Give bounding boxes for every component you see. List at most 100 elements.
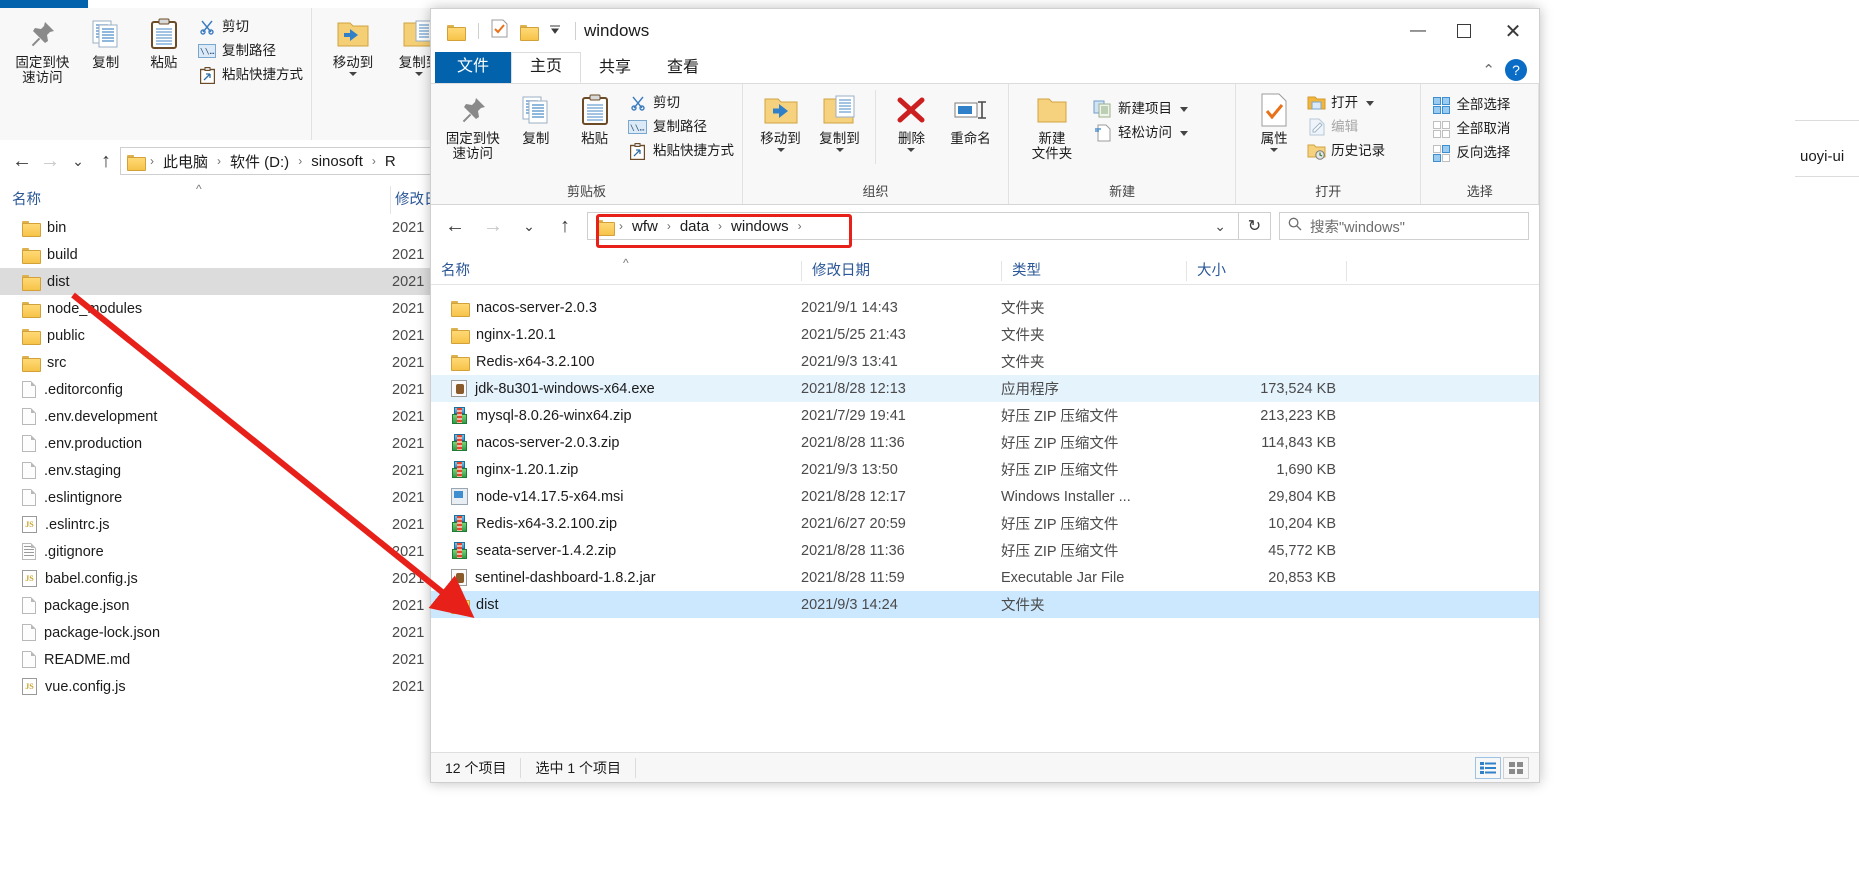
copy-to-caret-icon[interactable] [835,148,844,152]
column-name[interactable]: 名称 [431,261,801,281]
table-row[interactable]: node_modules [0,295,440,322]
properties-caret-icon[interactable] [1270,148,1279,152]
back-file-list[interactable]: bin build dist node_modules public src .editor… [0,214,440,700]
rename-button[interactable]: 重命名 [941,90,1000,148]
breadcrumb-item[interactable]: sinosoft [308,153,366,170]
front-title-bar[interactable]: windows — ✕ [431,9,1539,53]
recent-locations-button[interactable]: ⌄ [515,212,543,240]
edit-button[interactable]: 编辑 [1306,116,1385,138]
move-to-caret-icon[interactable] [349,72,357,76]
table-row[interactable]: .eslintignore [0,484,440,511]
table-row[interactable]: nginx-1.20.1 2021/5/25 21:43 文件夹 [431,321,1539,348]
table-row[interactable]: JS vue.config.js [0,673,440,700]
ribbon-collapse-button[interactable]: ⌃ [1472,61,1505,83]
file-name-cell[interactable]: package-lock.json [0,624,160,641]
table-row[interactable]: README.md [0,646,440,673]
open-caret-icon[interactable] [1366,100,1375,106]
copy-path-button[interactable]: \\… 复制路径 [628,116,734,138]
breadcrumb-item[interactable]: 此电脑 [160,151,211,172]
table-row[interactable]: bin [0,214,440,241]
file-name-cell[interactable]: README.md [0,651,130,668]
file-name-cell[interactable]: .env.staging [0,462,121,479]
file-name-cell[interactable]: .env.development [0,408,157,425]
history-button[interactable]: 历史记录 [1306,140,1385,162]
table-row[interactable]: node-v14.17.5-x64.msi 2021/8/28 12:17 Wind… [431,483,1539,510]
table-row[interactable]: .env.staging [0,457,440,484]
file-name-cell[interactable]: bin [0,220,66,237]
properties-check-icon[interactable] [491,19,508,43]
details-view-button[interactable] [1475,756,1501,779]
help-button[interactable]: ? [1505,59,1527,81]
file-name-cell[interactable]: node_modules [0,301,142,318]
breadcrumb-item-wfw[interactable]: wfw [629,218,661,235]
copy-button[interactable]: 复制 [507,90,566,148]
copy-to-caret-icon[interactable] [415,72,423,76]
file-name-cell[interactable]: seata-server-1.4.2.zip [431,542,801,559]
paste-shortcut-button[interactable]: 粘贴快捷方式 [628,140,734,162]
table-row[interactable]: .env.production [0,430,440,457]
file-name-cell[interactable]: dist [431,597,801,614]
file-name-cell[interactable]: .editorconfig [0,381,123,398]
tab-file[interactable]: 文件 [435,52,512,83]
file-name-cell[interactable]: nacos-server-2.0.3.zip [431,434,801,451]
move-to-caret-icon[interactable] [776,148,785,152]
back-ribbon-filetab[interactable] [0,0,88,8]
table-row[interactable]: .gitignore [0,538,440,565]
column-modified[interactable]: 修改日期 [801,260,1001,281]
invert-selection-button[interactable]: 反向选择 [1431,142,1510,164]
table-row[interactable]: package.json [0,592,440,619]
copy-path-button[interactable]: \\… 复制路径 [197,40,303,62]
tab-view[interactable]: 查看 [649,54,717,83]
open-button[interactable]: 打开 [1306,92,1385,114]
search-box[interactable]: 搜索"windows" [1279,212,1529,240]
tab-home[interactable]: 主页 [511,52,582,83]
column-type[interactable]: 类型 [1001,260,1186,281]
select-all-button[interactable]: 全部选择 [1431,94,1510,116]
table-row[interactable]: .editorconfig [0,376,440,403]
table-row[interactable]: package-lock.json [0,619,440,646]
move-to-button[interactable]: 移动到 [751,90,810,154]
pin-to-quick-access-button[interactable]: 固定到快 速访问 [8,14,77,87]
table-row[interactable]: mysql-8.0.26-winx64.zip 2021/7/29 19:41 好压… [431,402,1539,429]
copy-to-button[interactable]: 复制到 [810,90,869,154]
table-row[interactable]: src [0,349,440,376]
file-name-cell[interactable]: Redis-x64-3.2.100 [431,354,801,371]
file-name-cell[interactable]: node-v14.17.5-x64.msi [431,488,801,505]
column-size[interactable]: 大小 [1186,260,1346,281]
file-name-cell[interactable]: nacos-server-2.0.3 [431,300,801,317]
front-file-list[interactable]: nacos-server-2.0.3 2021/9/1 14:43 文件夹 nginx… [431,285,1539,618]
table-row[interactable]: Redis-x64-3.2.100.zip 2021/6/27 20:59 好压 Z… [431,510,1539,537]
table-row[interactable]: seata-server-1.4.2.zip 2021/8/28 11:36 好压 … [431,537,1539,564]
tab-share[interactable]: 共享 [581,54,649,83]
cut-button[interactable]: 剪切 [197,16,303,38]
front-address-bar[interactable]: › wfw › data › windows › ⌄ [587,212,1239,240]
table-row[interactable]: nacos-server-2.0.3 2021/9/1 14:43 文件夹 [431,294,1539,321]
file-name-cell[interactable]: build [0,247,78,264]
table-row[interactable]: nacos-server-2.0.3.zip 2021/8/28 11:36 好压 … [431,429,1539,456]
easy-access-caret-icon[interactable] [1180,130,1188,136]
table-row[interactable]: build [0,241,440,268]
file-name-cell[interactable]: JS vue.config.js [0,678,126,695]
breadcrumb-item-data[interactable]: data [677,218,712,235]
table-row[interactable]: nginx-1.20.1.zip 2021/9/3 13:50 好压 ZIP 压缩文… [431,456,1539,483]
new-folder-button[interactable]: 新建 文件夹 [1017,90,1087,163]
new-item-button[interactable]: 新建项目 [1093,98,1188,120]
paste-shortcut-button[interactable]: 粘贴快捷方式 [197,64,303,86]
table-row[interactable]: .env.development [0,403,440,430]
copy-button[interactable]: 复制 [77,14,135,72]
file-name-cell[interactable]: mysql-8.0.26-winx64.zip [431,407,801,424]
table-row[interactable]: dist [0,268,440,295]
file-name-cell[interactable]: dist [0,274,70,291]
table-row[interactable]: JS babel.config.js [0,565,440,592]
delete-button[interactable]: 删除 [882,90,941,154]
file-name-cell[interactable]: .gitignore [0,543,104,560]
up-button[interactable]: ↑ [92,147,120,175]
table-row[interactable]: JS .eslintrc.js [0,511,440,538]
customize-qat-dropdown-icon[interactable] [549,22,561,40]
table-row[interactable]: dist 2021/9/3 14:24 文件夹 [431,591,1539,618]
forward-button[interactable]: → [479,212,507,240]
file-name-cell[interactable]: .env.production [0,435,142,452]
table-row[interactable]: sentinel-dashboard-1.8.2.jar 2021/8/28 11… [431,564,1539,591]
table-row[interactable]: jdk-8u301-windows-x64.exe 2021/8/28 12:13… [431,375,1539,402]
breadcrumb-item-windows[interactable]: windows [728,218,792,235]
